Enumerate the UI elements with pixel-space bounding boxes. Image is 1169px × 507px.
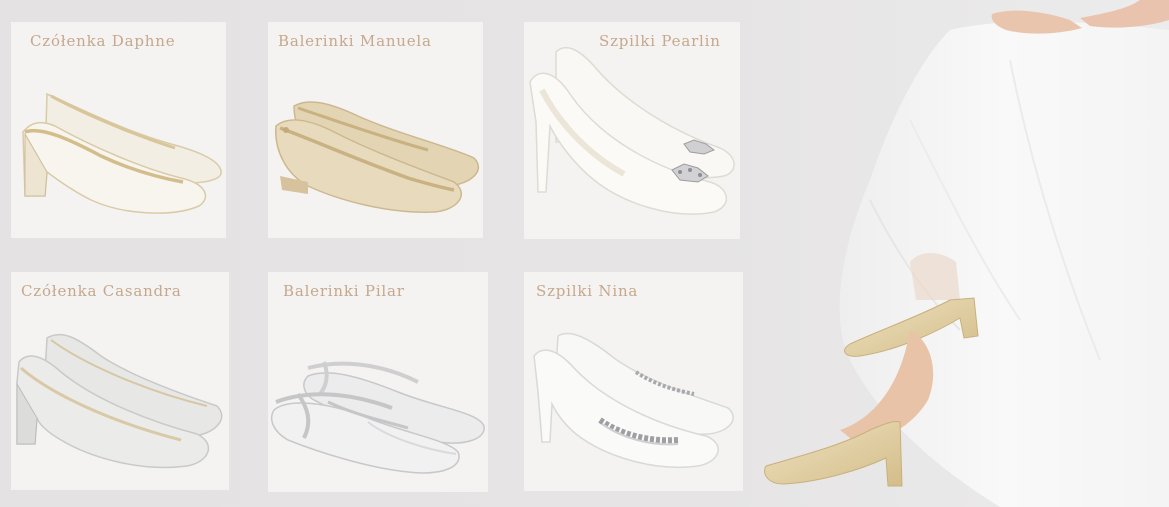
- product-showcase: Czółenka Daphne Balerinki Manuela Szpilk…: [0, 0, 1169, 507]
- product-card-manuela[interactable]: Balerinki Manuela: [268, 22, 483, 238]
- block-heel-pump-icon: [16, 333, 223, 469]
- bride-in-gold-heels-image: [764, 0, 1169, 507]
- strappy-flat-icon: [270, 361, 485, 474]
- block-heel-pump-icon: [22, 92, 222, 214]
- product-card-pearlin[interactable]: Szpilki Pearlin: [524, 22, 740, 239]
- product-card-daphne[interactable]: Czółenka Daphne: [11, 22, 226, 238]
- product-card-casandra[interactable]: Czółenka Casandra: [11, 272, 229, 490]
- product-card-pilar[interactable]: Balerinki Pilar: [268, 272, 488, 492]
- ballet-flat-icon: [275, 101, 480, 213]
- product-card-nina[interactable]: Szpilki Nina: [524, 272, 743, 491]
- kitten-heel-pump-crystal-icon: [533, 332, 734, 468]
- stiletto-pump-brooch-icon: [529, 46, 735, 215]
